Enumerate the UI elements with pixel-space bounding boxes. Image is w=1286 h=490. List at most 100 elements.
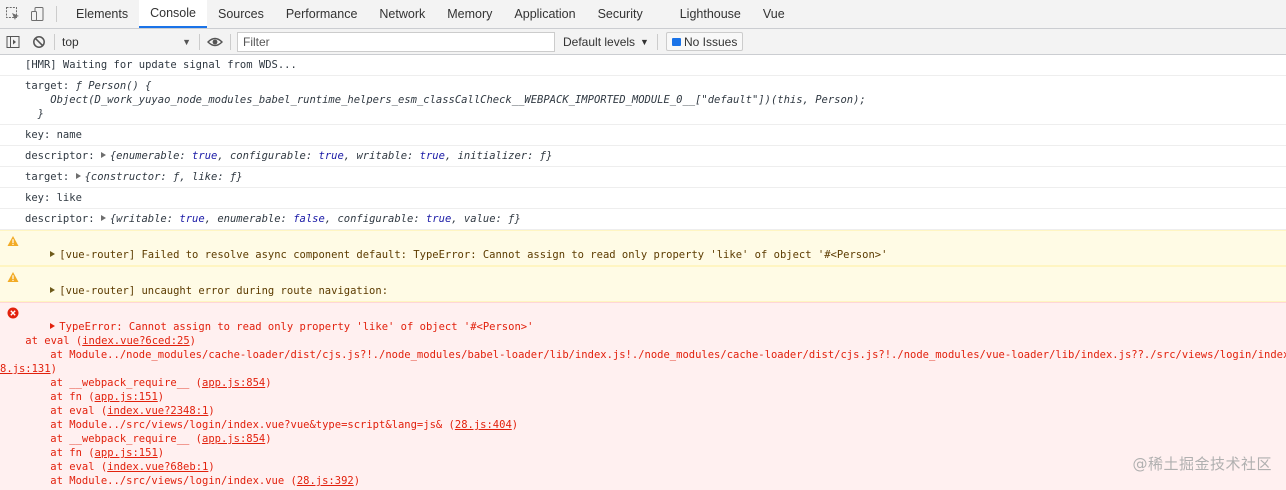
- warning-text: [vue-router] uncaught error during route…: [59, 285, 389, 297]
- stack-frame: at eval (index.vue?68eb:1): [25, 461, 215, 473]
- object-value: true: [179, 213, 205, 225]
- stack-frame-text: ): [265, 433, 272, 445]
- tab-vue[interactable]: Vue: [752, 0, 796, 28]
- message-text: [HMR] Waiting for update signal from WDS…: [25, 59, 297, 71]
- stack-frame-link[interactable]: 28.js:392: [297, 475, 354, 487]
- tab-elements[interactable]: Elements: [65, 0, 139, 28]
- inspect-element-button[interactable]: [0, 0, 25, 28]
- issues-icon: [671, 37, 681, 46]
- inspect-icon: [5, 7, 19, 20]
- expand-triangle-icon[interactable]: [100, 215, 106, 221]
- stack-frame: at Module../src/views/login/index.vue (2…: [25, 475, 360, 487]
- object-preview[interactable]: {writable: true, enumerable: false, conf…: [110, 213, 521, 225]
- expand-triangle-icon[interactable]: [50, 323, 56, 329]
- stack-frame-link[interactable]: 28.js:404: [455, 419, 512, 431]
- message-label: descriptor:: [25, 150, 101, 162]
- toolbar-separator: [199, 33, 200, 50]
- expand-triangle-icon[interactable]: [75, 173, 81, 179]
- stack-frame-link[interactable]: app.js:151: [95, 447, 158, 459]
- stack-frame-text: at __webpack_require__ (: [25, 377, 203, 389]
- message-text: key: name: [25, 129, 82, 141]
- object-preview[interactable]: {constructor: ƒ, like: ƒ}: [85, 171, 243, 183]
- object-value: true: [419, 150, 445, 162]
- device-icon: [30, 7, 43, 21]
- dropdown-arrow-icon: ▼: [182, 36, 191, 47]
- console-message: target: ƒ Person() { Object(D_work_yuyao…: [0, 76, 1286, 125]
- object-value: true: [425, 213, 452, 225]
- object-text: , enumerable:: [204, 213, 294, 225]
- object-text: , configurable:: [324, 213, 426, 225]
- devtools-tab-bar: Elements Console Sources Performance Net…: [0, 0, 1286, 29]
- eye-icon: [207, 37, 223, 46]
- stack-frame: at fn (app.js:151): [25, 391, 164, 403]
- object-preview[interactable]: {enumerable: true, configurable: true, w…: [110, 150, 553, 162]
- object-text: , value: ƒ}: [451, 213, 521, 225]
- expand-triangle-icon[interactable]: [50, 251, 56, 257]
- stack-frame: at __webpack_require__ (app.js:854): [25, 433, 272, 445]
- stack-frame-text: ): [189, 335, 196, 347]
- message-label: target:: [25, 171, 76, 183]
- filter-input[interactable]: [237, 31, 555, 52]
- tab-network[interactable]: Network: [368, 0, 436, 28]
- stack-frame-link[interactable]: app.js:854: [202, 377, 265, 389]
- clear-console-button[interactable]: [26, 29, 52, 55]
- message-label: descriptor:: [25, 213, 101, 225]
- stack-frame-text: ): [157, 391, 165, 403]
- tab-lighthouse[interactable]: Lighthouse: [669, 0, 752, 28]
- stack-frame-text: at fn (: [25, 391, 95, 403]
- expand-triangle-icon[interactable]: [100, 152, 106, 158]
- object-value: false: [293, 213, 325, 225]
- stack-frame-link[interactable]: index.vue?68eb:1: [107, 461, 208, 473]
- stack-frame-text: ): [208, 405, 215, 417]
- log-levels-label: Default levels: [563, 34, 636, 49]
- tab-console[interactable]: Console: [139, 0, 207, 28]
- stack-frame-text: at eval (: [25, 405, 108, 417]
- error-message: TypeError: Cannot assign to read only pr…: [0, 302, 1286, 490]
- object-text: {writable:: [109, 213, 180, 225]
- stack-frame: at eval (index.vue?6ced:25): [0, 335, 196, 347]
- tab-application[interactable]: Application: [503, 0, 586, 28]
- stack-frame-text: ): [208, 461, 215, 473]
- message-text: key: like: [25, 192, 82, 204]
- expand-triangle-icon[interactable]: [50, 287, 56, 293]
- stack-frame-link[interactable]: app.js:854: [202, 433, 265, 445]
- dropdown-arrow-icon: ▼: [640, 36, 649, 47]
- object-text: , writable:: [343, 150, 420, 162]
- context-selector[interactable]: top ▼: [57, 32, 197, 52]
- sidebar-icon: [6, 35, 20, 48]
- stack-frame-link[interactable]: 8.js:131: [0, 363, 51, 375]
- stack-frame-text: at Module../node_modules/cache-loader/di…: [50, 349, 1286, 361]
- toolbar-separator: [54, 33, 55, 50]
- stack-frame: at eval (index.vue?2348:1): [25, 405, 215, 417]
- stack-frame-text: at Module../src/views/login/index.vue?vu…: [25, 419, 455, 431]
- toolbar-separator: [656, 33, 658, 50]
- error-text: TypeError: Cannot assign to read only pr…: [59, 321, 534, 333]
- tab-separator: [56, 6, 57, 22]
- live-expression-button[interactable]: [202, 29, 228, 55]
- log-levels-dropdown[interactable]: Default levels ▼: [557, 35, 655, 49]
- function-preview[interactable]: ƒ Person() {: [76, 80, 152, 92]
- watermark: @稀土掘金技术社区: [1132, 455, 1272, 473]
- warning-message: [vue-router] Failed to resolve async com…: [0, 230, 1286, 266]
- sidebar-toggle-button[interactable]: [0, 29, 26, 55]
- stack-frame: at Module../src/views/login/index.vue?vu…: [25, 419, 518, 431]
- issues-button[interactable]: No Issues: [665, 32, 744, 51]
- tab-memory[interactable]: Memory: [436, 0, 503, 28]
- stack-frame-link[interactable]: app.js:151: [95, 391, 158, 403]
- function-body-line: Object(D_work_yuyao_node_modules_babel_r…: [25, 94, 866, 106]
- object-text: , configurable:: [217, 150, 319, 162]
- stack-frame: at __webpack_require__ (app.js:854): [25, 377, 271, 389]
- console-message: descriptor: {enumerable: true, configura…: [0, 146, 1286, 167]
- tab-security[interactable]: Security: [587, 0, 654, 28]
- toolbar-separator: [230, 33, 231, 50]
- console-message: target: {constructor: ƒ, like: ƒ}: [0, 167, 1286, 188]
- tab-performance[interactable]: Performance: [275, 0, 369, 28]
- device-toolbar-button[interactable]: [25, 0, 50, 28]
- warning-text: [vue-router] Failed to resolve async com…: [59, 249, 888, 261]
- context-value: top: [62, 34, 79, 49]
- console-messages: [HMR] Waiting for update signal from WDS…: [0, 55, 1286, 490]
- stack-frame-link[interactable]: index.vue?2348:1: [107, 405, 208, 417]
- stack-frame-link[interactable]: index.vue?6ced:25: [82, 335, 189, 347]
- stack-frame-text: ): [511, 419, 519, 431]
- tab-sources[interactable]: Sources: [207, 0, 275, 28]
